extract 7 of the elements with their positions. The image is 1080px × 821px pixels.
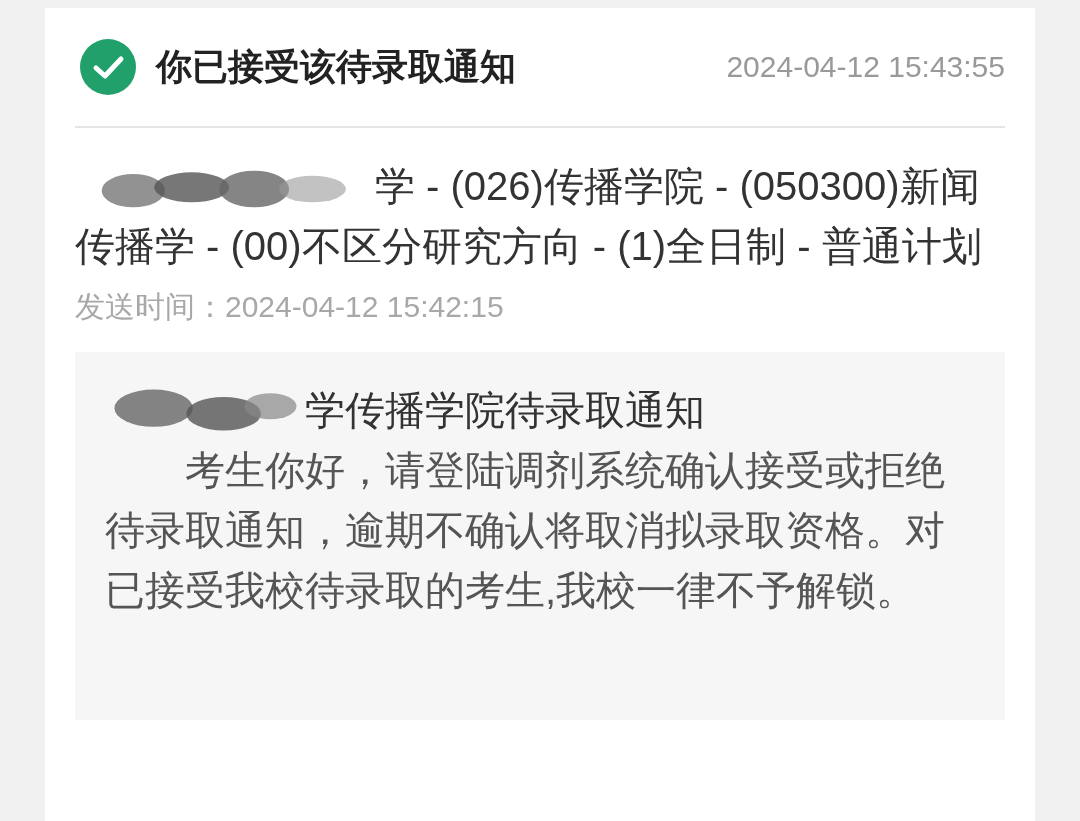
sent-time: 2024-04-12 15:42:15 [225, 290, 504, 323]
sent-label: 发送时间： [75, 290, 225, 323]
program-text: 学 - (026)传播学院 - (050300)新闻传播学 - (00)不区分研究方向 - (1)全日制 - 普通计划 [75, 164, 982, 268]
notice-title: 学传播学院待录取通知 [305, 387, 705, 434]
status-time: 2024-04-12 15:43:55 [726, 50, 1005, 84]
status-title: 你已接受该待录取通知 [156, 44, 517, 89]
notice-body: 考生你好，请登陆调剂系统确认接受或拒绝待录取通知，逾期不确认将取消拟录取资格。对已接受我校待录取的考生,我校一律不予解锁。 [105, 447, 946, 614]
